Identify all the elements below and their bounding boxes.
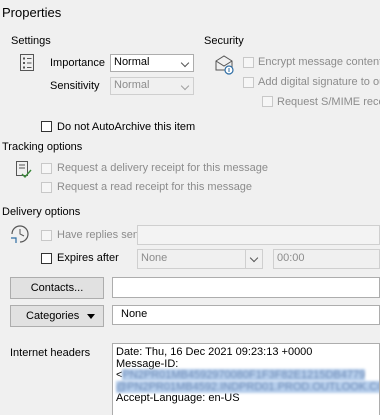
message-id-selection-1: PN2PR01MB4592970080F1F3F82E1215DB4779 xyxy=(122,369,366,381)
security-heading: Security xyxy=(204,35,244,47)
delivery-receipt-label: Request a delivery receipt for this mess… xyxy=(57,162,268,174)
sensitivity-value: Normal xyxy=(114,79,150,91)
categories-field: None xyxy=(112,305,380,325)
replies-checkbox[interactable] xyxy=(41,230,52,241)
importance-select[interactable]: Normal xyxy=(110,54,194,72)
do-not-autoarchive-label: Do not AutoArchive this item xyxy=(57,121,196,133)
dialog-title: Properties xyxy=(2,5,62,20)
expires-time-field[interactable]: 00:00 xyxy=(273,249,380,269)
chevron-down-icon xyxy=(180,81,190,91)
do-not-autoarchive-checkbox[interactable] xyxy=(41,121,52,132)
message-id-selection-2: @PN2PR01MB4592.INDPRD01.PROD.OUTLOOK.COM xyxy=(116,380,379,393)
encrypt-label: Encrypt message contents a xyxy=(258,56,380,68)
read-receipt-checkbox[interactable] xyxy=(41,182,52,193)
clock-icon xyxy=(10,224,34,244)
digital-signature-label: Add digital signature to out xyxy=(258,76,380,88)
date-dropdown-button[interactable] xyxy=(245,250,262,268)
delivery-receipt-checkbox[interactable] xyxy=(41,163,52,174)
expires-label: Expires after xyxy=(57,252,119,264)
contacts-button[interactable]: Contacts... xyxy=(10,277,104,299)
delivery-heading: Delivery options xyxy=(2,206,81,218)
chevron-down-icon xyxy=(180,58,190,68)
settings-list-icon xyxy=(19,53,37,73)
sensitivity-label: Sensitivity xyxy=(50,80,100,92)
sensitivity-select[interactable]: Normal xyxy=(110,77,194,95)
tracking-check-icon xyxy=(15,160,33,180)
expires-checkbox[interactable] xyxy=(41,253,52,264)
importance-label: Importance xyxy=(50,57,106,69)
encrypt-checkbox[interactable] xyxy=(243,57,254,68)
header-message-id-value-line-1: <PN2PR01MB4592970080F1F3F82E1215DB4779 xyxy=(116,369,366,381)
categories-label: Categories xyxy=(26,310,80,322)
internet-headers-textbox[interactable]: Date: Thu, 16 Dec 2021 09:23:13 +0000 Me… xyxy=(112,343,380,415)
header-accept-language-line: Accept-Language: en-US xyxy=(116,392,240,404)
contacts-field[interactable] xyxy=(112,277,380,298)
settings-heading: Settings xyxy=(11,35,51,47)
categories-button[interactable]: Categories xyxy=(10,305,104,327)
chevron-down-icon xyxy=(249,253,259,263)
header-message-id-value-line-2: @PN2PR01MB4592.INDPRD01.PROD.OUTLOOK.COM… xyxy=(116,380,379,394)
envelope-lock-icon xyxy=(214,54,236,76)
smime-receipt-label: Request S/MIME receip xyxy=(277,96,380,108)
header-date-line: Date: Thu, 16 Dec 2021 09:23:13 +0000 xyxy=(116,346,313,358)
tracking-heading: Tracking options xyxy=(2,141,83,153)
digital-signature-checkbox[interactable] xyxy=(243,77,254,88)
read-receipt-label: Request a read receipt for this message xyxy=(57,181,253,193)
expires-date-value: None xyxy=(141,252,168,264)
smime-receipt-checkbox[interactable] xyxy=(262,96,273,107)
importance-value: Normal xyxy=(114,56,150,68)
replies-field[interactable] xyxy=(137,225,380,245)
dropdown-arrow-icon xyxy=(87,314,95,319)
expires-time-value: 00:00 xyxy=(277,252,305,264)
internet-headers-label: Internet headers xyxy=(10,347,91,359)
